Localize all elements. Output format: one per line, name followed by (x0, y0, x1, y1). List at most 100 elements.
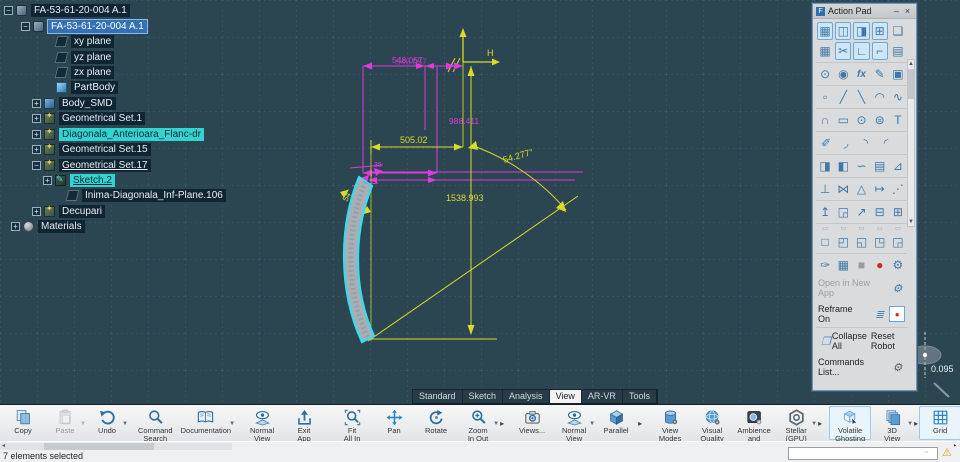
slot-icon[interactable]: ⊜ (872, 111, 888, 129)
dropdown-arrow-icon[interactable]: ▼ (229, 421, 235, 427)
tree-item-zx-plane[interactable]: zx plane (44, 65, 226, 80)
tree-item-decupari[interactable]: + Decupari (32, 204, 226, 219)
triangle-table-icon[interactable]: ⊿ (890, 157, 906, 175)
dim-left-icon[interactable]: ◨ (817, 157, 833, 175)
tree-item-label[interactable]: FA-53-61-20-004 A.1 (47, 18, 148, 34)
tree-item-sketch-2[interactable]: + Sketch.2 (43, 173, 226, 188)
expand-more-icon[interactable]: ‣ (953, 442, 957, 450)
formula-fx-icon[interactable]: fx (853, 65, 869, 83)
parallel-button[interactable]: Parallel (595, 406, 637, 440)
scroll-left-icon[interactable]: ◂ (2, 442, 5, 449)
tree-item-root[interactable]: − FA-53-61-20-004 A.1 (4, 3, 226, 18)
tab-tools[interactable]: Tools (622, 390, 656, 403)
tree-item-label[interactable]: Body_SMD (59, 96, 116, 110)
surface-hand-icon[interactable]: ❏ (890, 22, 906, 40)
close-button[interactable]: × (902, 6, 913, 16)
tree-paste-icon[interactable]: ⊞ (890, 203, 906, 221)
point-icon[interactable]: ▫ (817, 88, 833, 106)
reframe-tree-icon[interactable]: ≣ (872, 306, 888, 322)
tab-ar-vr[interactable]: AR-VR (581, 390, 622, 403)
scissors-grid-icon[interactable]: ✂ (835, 42, 852, 60)
dim-right-icon[interactable]: ◧ (835, 157, 851, 175)
visual-quality-button[interactable]: Visual Quality (691, 406, 733, 443)
tree-item-diagonala[interactable]: + Diagonala_Anterioara_Flanc-dr (32, 127, 226, 142)
stellar-gpu-button[interactable]: Stellar (GPU) ▼ (775, 406, 817, 443)
tree-expand-toggle[interactable]: + (32, 206, 41, 216)
cube-wire-icon[interactable]: □ (817, 233, 833, 251)
tree-item-geoset-1[interactable]: + Geometrical Set.1 (32, 111, 226, 126)
view-modes-button[interactable]: View Modes (649, 406, 691, 443)
constraint-box-icon[interactable]: ▣ (890, 65, 906, 83)
cube-face-bottom-icon[interactable]: ◱ (853, 233, 869, 251)
command-input[interactable] (788, 447, 938, 460)
views-button[interactable]: Views... (511, 406, 553, 440)
tab-analysis[interactable]: Analysis (503, 390, 549, 403)
dropdown-arrow-icon[interactable]: ▼ (122, 421, 128, 427)
tree-expand-toggle[interactable]: + (32, 129, 41, 139)
link-arrow-icon[interactable]: ↗ (853, 203, 869, 221)
action-pad-titlebar[interactable]: F Action Pad – × (813, 4, 916, 19)
tree-item-partbody[interactable]: PartBody (44, 80, 226, 95)
tree-item-label[interactable]: Inima-Diagonala_Inf-Plane.106 (82, 189, 226, 203)
dropdown-arrow-icon[interactable]: ▼ (493, 421, 499, 427)
dropdown-arrow-icon[interactable]: ▼ (811, 421, 817, 427)
copy-button[interactable]: Copy (2, 406, 44, 440)
dimension-988[interactable]: 988.411 (449, 116, 479, 126)
action-pad-scrollbar[interactable]: ▲ ▼ (907, 59, 915, 227)
tree-expand-toggle[interactable]: − (21, 21, 30, 31)
corner-arc-icon[interactable]: ◞ (837, 134, 855, 152)
image-magnifier-icon[interactable]: ◲ (835, 203, 851, 221)
reset-robot-button[interactable]: Reset Robot (871, 331, 901, 351)
pencil-icon[interactable]: ✎ (872, 65, 888, 83)
column-icon[interactable]: ▤ (890, 42, 906, 60)
tab-standard[interactable]: Standard (413, 390, 462, 403)
input-options-icon[interactable]: ▫ (925, 449, 927, 456)
arc-left-icon[interactable]: ◜ (877, 134, 895, 152)
profile-icon[interactable]: ∩ (817, 111, 833, 129)
cone-icon[interactable]: △ (853, 180, 869, 198)
rotate-button[interactable]: Rotate (415, 406, 457, 440)
undo-button[interactable]: Undo ▼ (86, 406, 128, 440)
arc-icon[interactable]: ◠ (872, 88, 888, 106)
tree-item-label[interactable]: Diagonala_Anterioara_Flanc-dr (59, 127, 204, 141)
eye-arrow-icon[interactable]: ◉ (835, 65, 851, 83)
tree-copy-icon[interactable]: ⊟ (872, 203, 888, 221)
two-point-line-icon[interactable]: ╲ (853, 88, 869, 106)
command-search-button[interactable]: Command Search (134, 406, 177, 443)
line-icon[interactable]: ╱ (835, 88, 851, 106)
circle-icon[interactable]: ⊙ (853, 111, 869, 129)
eye-dimension-icon[interactable]: ◨ (853, 22, 870, 40)
scrollbar-thumb[interactable] (908, 69, 914, 99)
text-icon[interactable]: T (890, 111, 906, 129)
toolbar-expand-icon[interactable]: ▸ (818, 419, 822, 428)
tree-expand-toggle[interactable]: + (32, 114, 41, 124)
tree-item-label[interactable]: Geometrical Set.17 (59, 158, 151, 172)
magnifier-sketch-icon[interactable]: ⊙ (817, 65, 833, 83)
zoom-in-out-button[interactable]: Zoom In Out ▼ (457, 406, 499, 443)
tree-item-yz-plane[interactable]: yz plane (44, 49, 226, 64)
view-filtering-button[interactable]: 3D View Filtering ▼ (871, 406, 913, 451)
tree-item-label[interactable]: yz plane (71, 50, 115, 64)
sketch-solve-icon[interactable]: ⊥ (817, 180, 833, 198)
toolbar-expand-icon[interactable]: ▸ (914, 419, 918, 428)
tree-expand-toggle[interactable]: + (32, 145, 41, 155)
sketch-corner-icon[interactable]: ∟ (853, 42, 870, 60)
collapse-all-button[interactable]: Collapse All (832, 331, 867, 351)
cube-face-right-icon[interactable]: ◳ (872, 233, 888, 251)
cube-face-top-icon[interactable]: ◲ (890, 233, 906, 251)
scroll-up-icon[interactable]: ▲ (908, 60, 914, 68)
stop-square-icon[interactable]: ■ (853, 256, 869, 274)
tree-item-part-selected[interactable]: − FA-53-61-20-004 A.1 (21, 18, 226, 34)
tree-item-label[interactable]: Geometrical Set.15 (59, 143, 151, 157)
mirror-icon[interactable]: ⋈ (835, 180, 851, 198)
eye-axis-icon[interactable]: ⊞ (871, 22, 888, 40)
tree-item-geoset-15[interactable]: + Geometrical Set.15 (32, 142, 226, 157)
gears-icon[interactable]: ⚙ (890, 256, 906, 274)
tree-item-label[interactable]: Geometrical Set.1 (59, 112, 146, 126)
open-in-new-app-row[interactable]: Open in New App ⚙ (816, 275, 907, 301)
tree-item-label[interactable]: Materials (38, 220, 85, 234)
spline-icon[interactable]: ∿ (890, 88, 906, 106)
tree-item-label[interactable]: PartBody (71, 81, 119, 95)
tree-expand-toggle[interactable]: − (32, 160, 41, 170)
table-cursor-icon[interactable]: ▦ (835, 256, 851, 274)
